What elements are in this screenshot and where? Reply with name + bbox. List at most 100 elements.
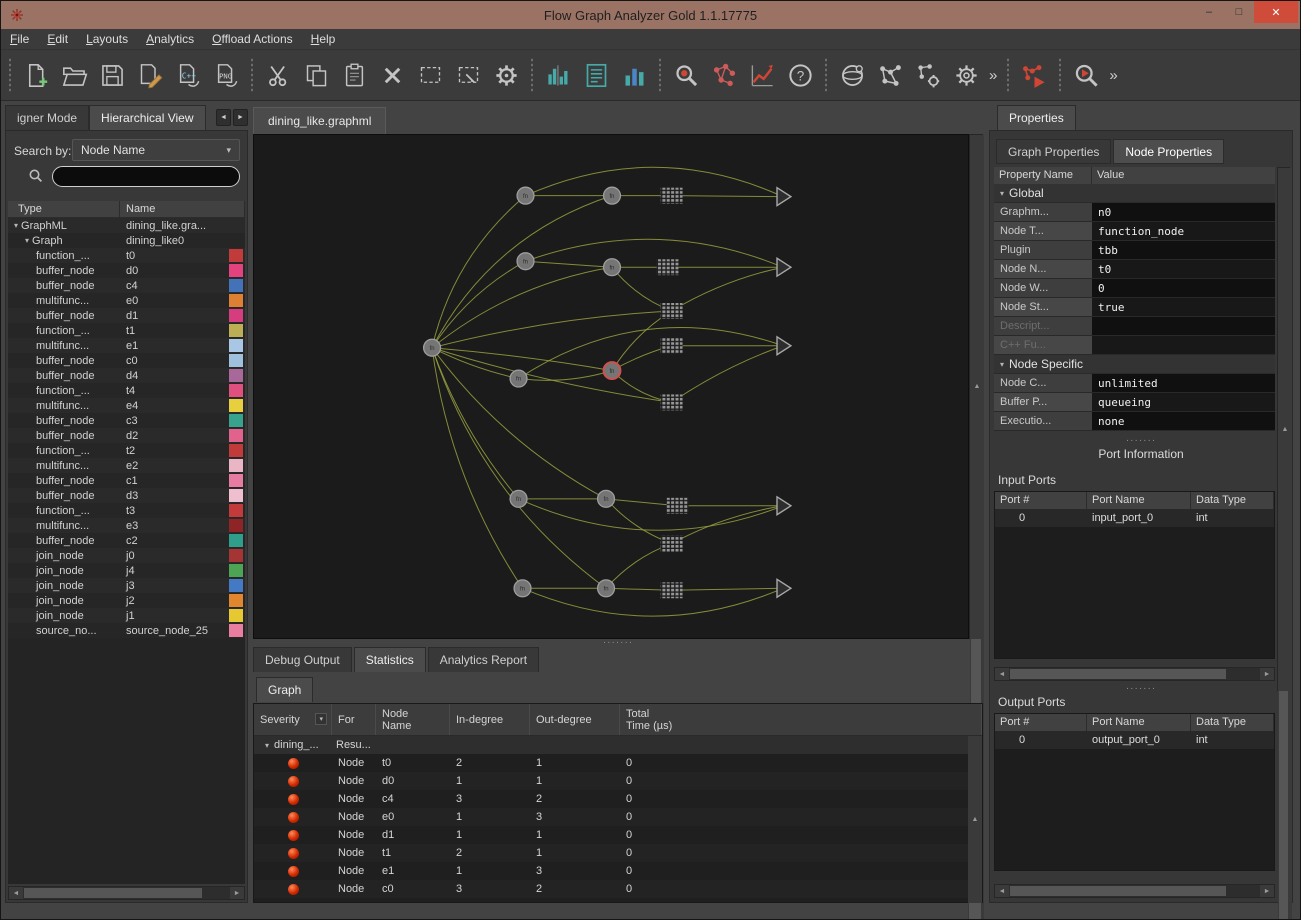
compare-charts-button[interactable]	[540, 55, 576, 95]
search-by-select[interactable]: Node Name ▾	[72, 139, 240, 161]
scrollbar-thumb[interactable]	[1010, 886, 1226, 896]
menu-help[interactable]: Help	[302, 30, 345, 48]
stats-row-d0[interactable]: Noded0110	[254, 772, 968, 790]
graph-node-function-a2[interactable]: fn	[517, 253, 534, 270]
stats-column-severity[interactable]: Severity▾	[254, 704, 332, 735]
tab-debug-output[interactable]: Debug Output	[253, 647, 352, 672]
settings-gear-button[interactable]	[488, 55, 524, 95]
prop-row-node-c[interactable]: Node C...unlimited	[994, 374, 1275, 393]
tree-row-t1[interactable]: function_...t1	[8, 323, 245, 338]
edit-button[interactable]	[132, 55, 168, 95]
tree-row-t0[interactable]: function_...t0	[8, 248, 245, 263]
prop-row-c-fu[interactable]: C++ Fu...	[994, 336, 1275, 355]
graph-node-join-t3[interactable]	[777, 337, 791, 355]
menu-edit[interactable]: Edit	[38, 30, 77, 48]
stats-group-row[interactable]: ▾dining_...Resu...	[254, 736, 968, 754]
tree-row-d1[interactable]: buffer_noded1	[8, 308, 245, 323]
scroll-up-button[interactable]: ▲	[968, 736, 982, 902]
stats-row-e1[interactable]: Nodee1130	[254, 862, 968, 880]
left-panel-horizontal-scrollbar[interactable]: ◄ ►	[8, 886, 245, 900]
tree-row-c4[interactable]: buffer_nodec4	[8, 278, 245, 293]
stats-row-c4[interactable]: Nodec4320	[254, 790, 968, 808]
port-row-input-port-0[interactable]: 0input_port_0int	[995, 509, 1274, 527]
tree-row-e4[interactable]: multifunc...e4	[8, 398, 245, 413]
tree-row-e0[interactable]: multifunc...e0	[8, 293, 245, 308]
scroll-up-button[interactable]: ▲	[1278, 168, 1292, 690]
tab-graph-properties[interactable]: Graph Properties	[996, 139, 1111, 164]
tree-row-d0[interactable]: buffer_noded0	[8, 263, 245, 278]
tree-row-source-node-25[interactable]: source_no...source_node_25	[8, 623, 245, 638]
prop-row-plugin[interactable]: Plugintbb	[994, 241, 1275, 260]
stats-column-for[interactable]: For	[332, 704, 376, 735]
report-button[interactable]	[578, 55, 614, 95]
graph-node-function-b1[interactable]: fn	[604, 187, 621, 204]
scroll-right-button[interactable]: ►	[1260, 885, 1274, 897]
tree-row-e2[interactable]: multifunc...e2	[8, 458, 245, 473]
graph-node-function-src[interactable]: fn	[424, 339, 441, 356]
select-rectangle-button[interactable]	[412, 55, 448, 95]
expander-icon[interactable]: ▾	[265, 741, 269, 750]
graph-node-function-b4[interactable]: fn	[598, 490, 615, 507]
graph-node-function-a3[interactable]: fn	[510, 370, 527, 387]
delete-button[interactable]	[374, 55, 410, 95]
tree-row-j4[interactable]: join_nodej4	[8, 563, 245, 578]
toolbar-grip[interactable]	[1005, 58, 1011, 92]
graph-canvas[interactable]: fnfnfnfnfnfnfnfnfnfnfn	[253, 134, 969, 639]
stats-row-e0[interactable]: Nodee0130	[254, 808, 968, 826]
prop-row-graphm[interactable]: Graphm...n0	[994, 203, 1275, 222]
prop-row-node-t[interactable]: Node T...function_node	[994, 222, 1275, 241]
expander-icon[interactable]: ▾	[25, 236, 29, 245]
scroll-left-button[interactable]: ◄	[995, 885, 1009, 897]
port-column-data-type[interactable]: Data Type	[1191, 714, 1274, 731]
tab-designer-mode[interactable]: igner Mode	[5, 105, 89, 130]
bar-chart-button[interactable]	[616, 55, 652, 95]
toolbar-grip[interactable]	[7, 58, 13, 92]
paste-button[interactable]	[336, 55, 372, 95]
tree-row-t3[interactable]: function_...t3	[8, 503, 245, 518]
stats-row-c0[interactable]: Nodec0320	[254, 880, 968, 898]
graph-node-queue-g2[interactable]	[657, 259, 679, 275]
prop-row-node-st[interactable]: Node St...true	[994, 298, 1275, 317]
toolbar-grip[interactable]	[823, 58, 829, 92]
port-column-port-name[interactable]: Port Name	[1087, 714, 1191, 731]
preferences-gear-button[interactable]	[948, 55, 984, 95]
tab-document[interactable]: dining_like.graphml	[253, 107, 386, 134]
stats-row-t0[interactable]: Nodet0210	[254, 754, 968, 772]
new-file-button[interactable]	[18, 55, 54, 95]
stats-row-t1[interactable]: Nodet1210	[254, 844, 968, 862]
scrollbar-thumb[interactable]	[1279, 691, 1288, 920]
transform-rectangle-button[interactable]	[450, 55, 486, 95]
stats-column-total-time-s[interactable]: Total Time (µs)	[620, 704, 982, 735]
stats-vertical-scrollbar[interactable]: ▲ ▼	[968, 736, 982, 902]
tree-row-d4[interactable]: buffer_noded4	[8, 368, 245, 383]
tree-row-j3[interactable]: join_nodej3	[8, 578, 245, 593]
stats-column-out-degree[interactable]: Out-degree	[530, 704, 620, 735]
scrollbar-thumb[interactable]	[1010, 669, 1226, 679]
stats-column-node-name[interactable]: Node Name	[376, 704, 450, 735]
toolbar-overflow-chevron[interactable]: »	[986, 67, 1000, 84]
graph-node-join-t5[interactable]	[777, 579, 791, 597]
scroll-right-button[interactable]: ►	[230, 887, 244, 899]
toolbar-overflow-chevron[interactable]: »	[1106, 67, 1120, 84]
scrollbar-thumb[interactable]	[969, 903, 981, 920]
graph-node-function-b5[interactable]: fn	[598, 580, 615, 597]
tab-properties[interactable]: Properties	[997, 105, 1076, 130]
tree-row-j2[interactable]: join_nodej2	[8, 593, 245, 608]
expander-icon[interactable]: ▾	[14, 221, 18, 230]
search-input[interactable]	[52, 166, 240, 187]
topology-graph-button[interactable]	[872, 55, 908, 95]
graph-node-function-b2[interactable]: fn	[604, 259, 621, 276]
scroll-up-button[interactable]: ▲	[970, 135, 984, 638]
tab-hierarchical-view[interactable]: Hierarchical View	[89, 105, 205, 130]
value-column[interactable]: Value	[1092, 167, 1275, 184]
save-button[interactable]	[94, 55, 130, 95]
prop-row-executio[interactable]: Executio...none	[994, 412, 1275, 431]
toolbar-grip[interactable]	[249, 58, 255, 92]
scroll-left-button[interactable]: ◄	[9, 887, 23, 899]
toolbar-grip[interactable]	[1057, 58, 1063, 92]
topology-globe-button[interactable]	[834, 55, 870, 95]
tree-row-e3[interactable]: multifunc...e3	[8, 518, 245, 533]
menu-layouts[interactable]: Layouts	[77, 30, 137, 48]
menu-file[interactable]: File	[1, 30, 38, 48]
graph-node-function-a5[interactable]: fn	[514, 580, 531, 597]
